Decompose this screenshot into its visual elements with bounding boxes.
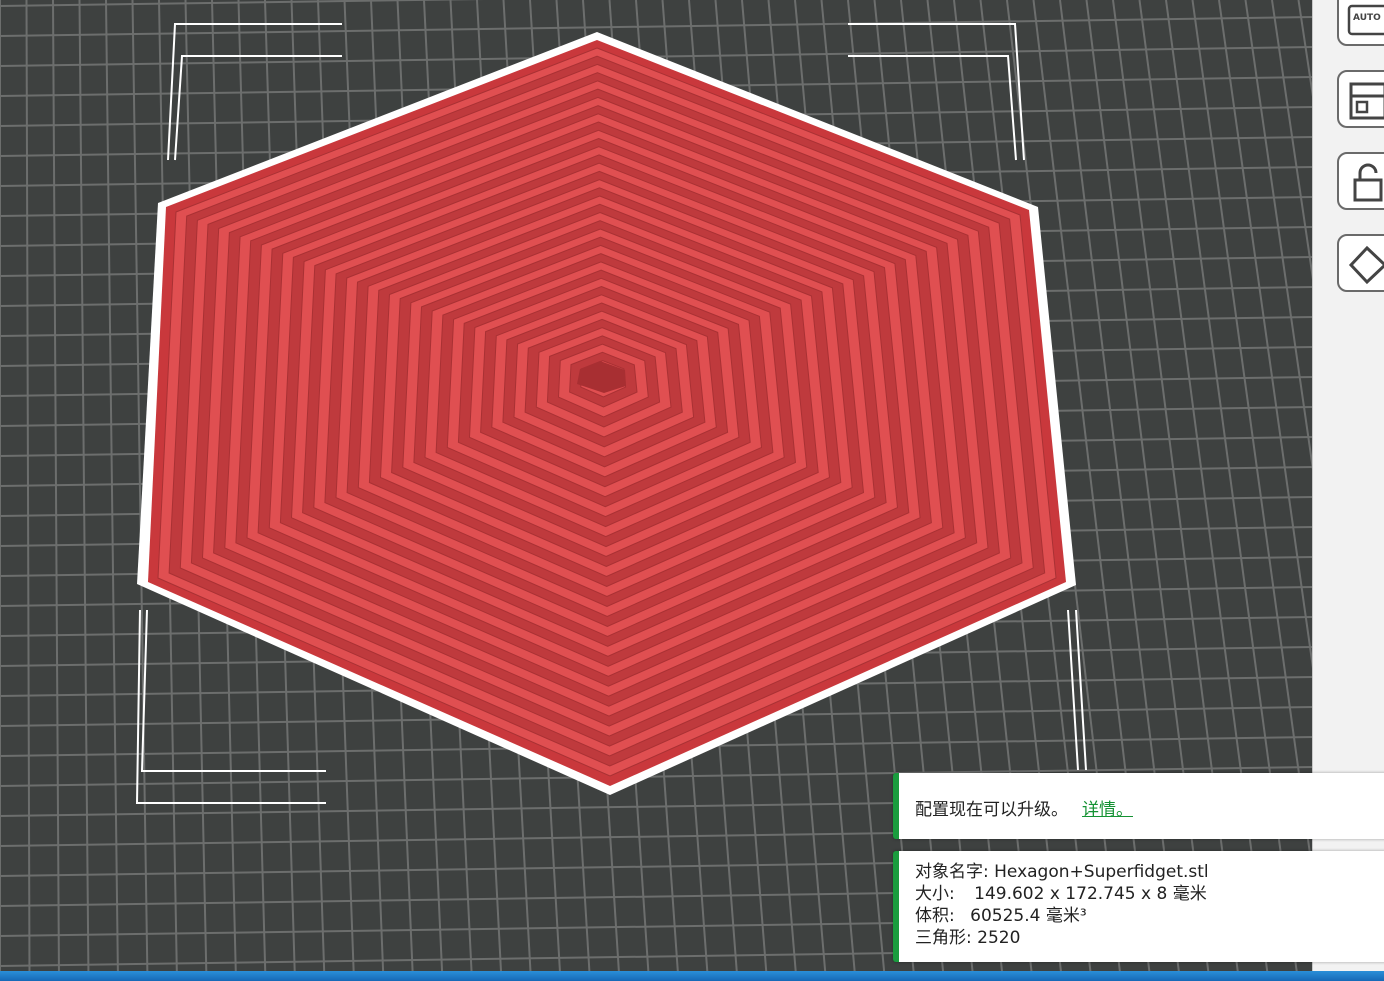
lock-icon — [1353, 163, 1383, 202]
upgrade-message-text: 配置现在可以升级。 — [915, 800, 1068, 820]
object-triangles-label: 三角形: — [915, 928, 972, 948]
arrange-icon — [1349, 82, 1384, 120]
auto-label: AUTO — [1353, 13, 1381, 23]
upgrade-message: 配置现在可以升级。 详情。 — [915, 795, 1133, 820]
grid-line — [78, 0, 90, 981]
object-volume-label: 体积: — [915, 906, 955, 926]
object-name-value: Hexagon+Superfidget.stl — [994, 862, 1209, 882]
object-volume-row: 体积: 60525.4 毫米³ — [915, 905, 1087, 927]
object-size-label: 大小: — [915, 884, 955, 904]
auto-orient-button[interactable]: AUTO — [1337, 0, 1384, 46]
object-info-panel: 对象名字: Hexagon+Superfidget.stl 大小: 149.60… — [893, 851, 1384, 962]
object-size-value: 149.602 x 172.745 x 8 毫米 — [974, 884, 1207, 904]
hexagon-model[interactable] — [137, 32, 1076, 795]
object-volume-value: 60525.4 毫米³ — [970, 906, 1087, 926]
object-triangles-row: 三角形: 2520 — [915, 927, 1020, 949]
object-triangles-value: 2520 — [977, 928, 1021, 948]
lock-button[interactable] — [1337, 152, 1384, 210]
grid-line — [25, 0, 31, 981]
layer-icon — [1348, 245, 1384, 285]
grid-line — [105, 0, 119, 981]
arrange-button[interactable] — [1337, 70, 1384, 128]
bottom-status-bar — [0, 971, 1384, 981]
layer-view-button[interactable] — [1337, 234, 1384, 292]
details-link[interactable]: 详情。 — [1082, 800, 1133, 820]
grid-line — [0, 0, 485, 7]
object-name-label: 对象名字: — [915, 862, 989, 882]
object-size-row: 大小: 149.602 x 172.745 x 8 毫米 — [915, 883, 1207, 905]
auto-orient-icon: AUTO — [1347, 4, 1384, 36]
upgrade-notification: 配置现在可以升级。 详情。 — [893, 773, 1384, 839]
object-name-row: 对象名字: Hexagon+Superfidget.stl — [915, 861, 1209, 883]
grid-line — [52, 0, 60, 981]
